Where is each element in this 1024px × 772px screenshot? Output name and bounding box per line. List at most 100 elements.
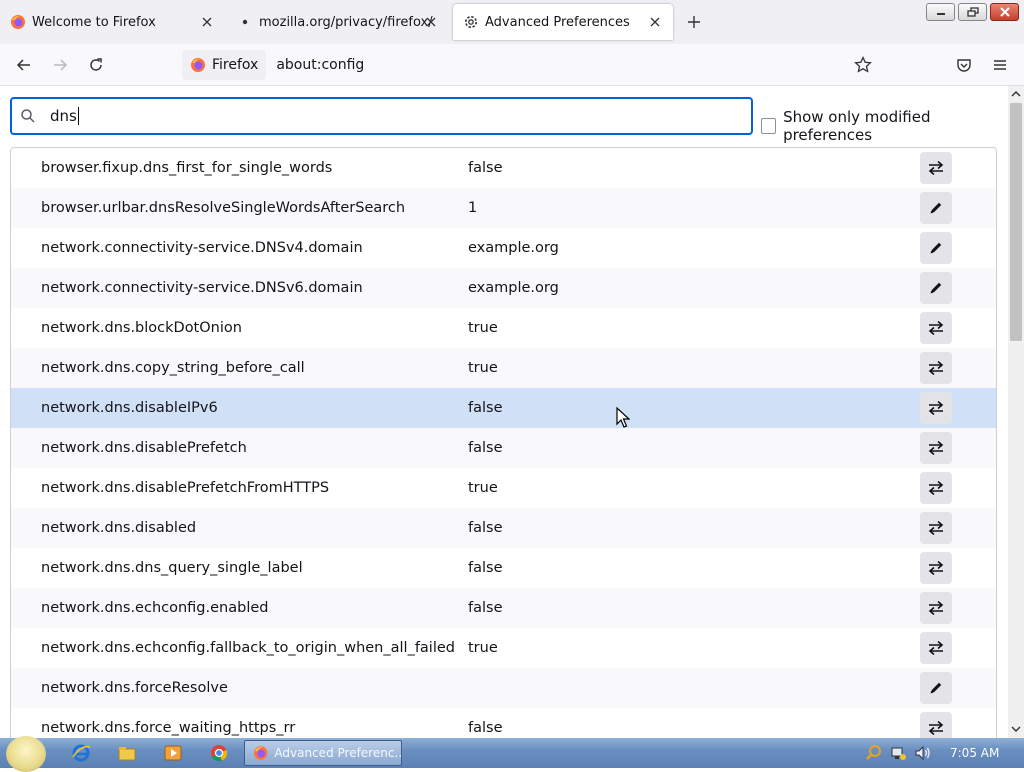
toggle-button[interactable] — [920, 712, 952, 738]
toggle-arrows-icon — [927, 480, 945, 496]
table-row[interactable]: network.dns.echconfig.enabled false — [11, 588, 996, 628]
pocket-button[interactable] — [952, 53, 976, 77]
preference-name: network.dns.echconfig.fallback_to_origin… — [41, 640, 455, 656]
vertical-scrollbar[interactable] — [1008, 86, 1024, 738]
preference-value: true — [468, 360, 498, 376]
toggle-button[interactable] — [920, 592, 952, 624]
table-row[interactable]: network.connectivity-service.DNSv4.domai… — [11, 228, 996, 268]
network-tray-icon[interactable] — [889, 743, 909, 763]
table-row[interactable]: network.dns.dns_query_single_label false — [11, 548, 996, 588]
window-close-button[interactable] — [990, 3, 1019, 21]
media-player-icon[interactable] — [163, 743, 183, 763]
taskbar-firefox-window[interactable]: Advanced Preferenc... — [244, 740, 402, 766]
edit-button[interactable] — [920, 232, 952, 264]
preference-name: network.dns.disableIPv6 — [41, 400, 218, 416]
volume-tray-icon[interactable] — [913, 743, 933, 763]
reload-button[interactable] — [84, 53, 108, 77]
scroll-down-arrow-icon[interactable] — [1011, 724, 1021, 734]
scrollbar-thumb[interactable] — [1010, 103, 1022, 341]
toggle-button[interactable] — [920, 392, 952, 424]
preference-value: false — [468, 600, 503, 616]
url-bar[interactable]: Firefox about:config — [182, 50, 882, 80]
close-icon[interactable] — [423, 14, 439, 30]
app-menu-button[interactable] — [988, 53, 1012, 77]
pencil-icon — [928, 240, 944, 256]
close-icon — [999, 7, 1010, 17]
bookmark-star-button[interactable] — [851, 53, 875, 77]
close-icon[interactable] — [647, 14, 663, 30]
toggle-arrows-icon — [927, 640, 945, 656]
preference-value: false — [468, 520, 503, 536]
toggle-button[interactable] — [920, 552, 952, 584]
table-row[interactable]: network.dns.disableIPv6 false — [11, 388, 996, 428]
toggle-button[interactable] — [920, 352, 952, 384]
tab-privacy[interactable]: mozilla.org/privacy/firefox/ — [227, 0, 449, 44]
toggle-button[interactable] — [920, 312, 952, 344]
preference-search-input[interactable]: dns — [10, 97, 753, 135]
toggle-arrows-icon — [927, 560, 945, 576]
table-row[interactable]: network.connectivity-service.DNSv6.domai… — [11, 268, 996, 308]
internet-explorer-icon[interactable] — [71, 743, 91, 763]
back-button[interactable] — [12, 53, 36, 77]
search-tray-icon[interactable] — [864, 743, 884, 763]
scroll-up-arrow-icon[interactable] — [1011, 89, 1021, 99]
toggle-arrows-icon — [927, 160, 945, 176]
toggle-arrows-icon — [927, 440, 945, 456]
tab-label: Welcome to Firefox — [32, 14, 156, 30]
toggle-arrows-icon — [927, 400, 945, 416]
tab-welcome[interactable]: Welcome to Firefox — [0, 0, 225, 44]
toggle-button[interactable] — [920, 632, 952, 664]
table-row[interactable]: network.dns.disablePrefetch false — [11, 428, 996, 468]
forward-button[interactable] — [48, 53, 72, 77]
table-row[interactable]: browser.urlbar.dnsResolveSingleWordsAfte… — [11, 188, 996, 228]
tab-advanced-preferences[interactable]: Advanced Preferences — [453, 4, 673, 40]
table-row[interactable]: network.dns.forceResolve — [11, 668, 996, 708]
toggle-button[interactable] — [920, 512, 952, 544]
identity-box[interactable]: Firefox — [182, 50, 267, 80]
windows-taskbar: Advanced Preferenc... 7:05 AM — [0, 736, 1024, 772]
tab-strip: Welcome to Firefox mozilla.org/privacy/f… — [0, 0, 1024, 44]
preference-name: network.dns.blockDotOnion — [41, 320, 242, 336]
minimize-icon — [936, 13, 945, 15]
toggle-arrows-icon — [927, 320, 945, 336]
new-tab-button[interactable] — [686, 14, 702, 30]
preferences-table: browser.fixup.dns_first_for_single_words… — [10, 147, 997, 738]
restore-button[interactable] — [958, 3, 987, 21]
url-text[interactable]: about:config — [276, 57, 364, 73]
table-row[interactable]: network.dns.disabled false — [11, 508, 996, 548]
search-input-value: dns — [50, 106, 79, 126]
navigation-toolbar: Firefox about:config — [0, 44, 1024, 86]
table-row[interactable]: network.dns.disablePrefetchFromHTTPS true — [11, 468, 996, 508]
table-row[interactable]: browser.fixup.dns_first_for_single_words… — [11, 148, 996, 188]
search-icon — [21, 109, 35, 123]
file-explorer-icon[interactable] — [117, 743, 137, 763]
tab-label: Advanced Preferences — [485, 14, 630, 30]
table-row[interactable]: network.dns.echconfig.fallback_to_origin… — [11, 628, 996, 668]
show-modified-toggle[interactable]: Show only modified preferences — [761, 108, 1008, 144]
preference-name: network.dns.copy_string_before_call — [41, 360, 305, 376]
table-row[interactable]: network.dns.blockDotOnion true — [11, 308, 996, 348]
edit-button[interactable] — [920, 272, 952, 304]
show-modified-checkbox[interactable] — [761, 118, 777, 134]
preference-value: false — [468, 560, 503, 576]
preference-value: true — [468, 320, 498, 336]
edit-button[interactable] — [920, 192, 952, 224]
firefox-icon — [191, 58, 205, 72]
preference-value: example.org — [468, 280, 559, 296]
toggle-button[interactable] — [920, 432, 952, 464]
toggle-arrows-icon — [927, 360, 945, 376]
preference-value: example.org — [468, 240, 559, 256]
identity-label: Firefox — [212, 57, 259, 73]
start-button[interactable] — [6, 736, 46, 772]
table-row[interactable]: network.dns.copy_string_before_call true — [11, 348, 996, 388]
preference-name: network.connectivity-service.DNSv4.domai… — [41, 240, 363, 256]
firefox-icon — [253, 746, 268, 760]
close-icon[interactable] — [199, 14, 215, 30]
edit-button[interactable] — [920, 672, 952, 704]
table-row[interactable]: network.dns.force_waiting_https_rr false — [11, 708, 996, 738]
minimize-button[interactable] — [926, 3, 955, 21]
toggle-button[interactable] — [920, 152, 952, 184]
preference-name: network.dns.forceResolve — [41, 680, 228, 696]
chrome-icon[interactable] — [209, 743, 229, 763]
toggle-button[interactable] — [920, 472, 952, 504]
